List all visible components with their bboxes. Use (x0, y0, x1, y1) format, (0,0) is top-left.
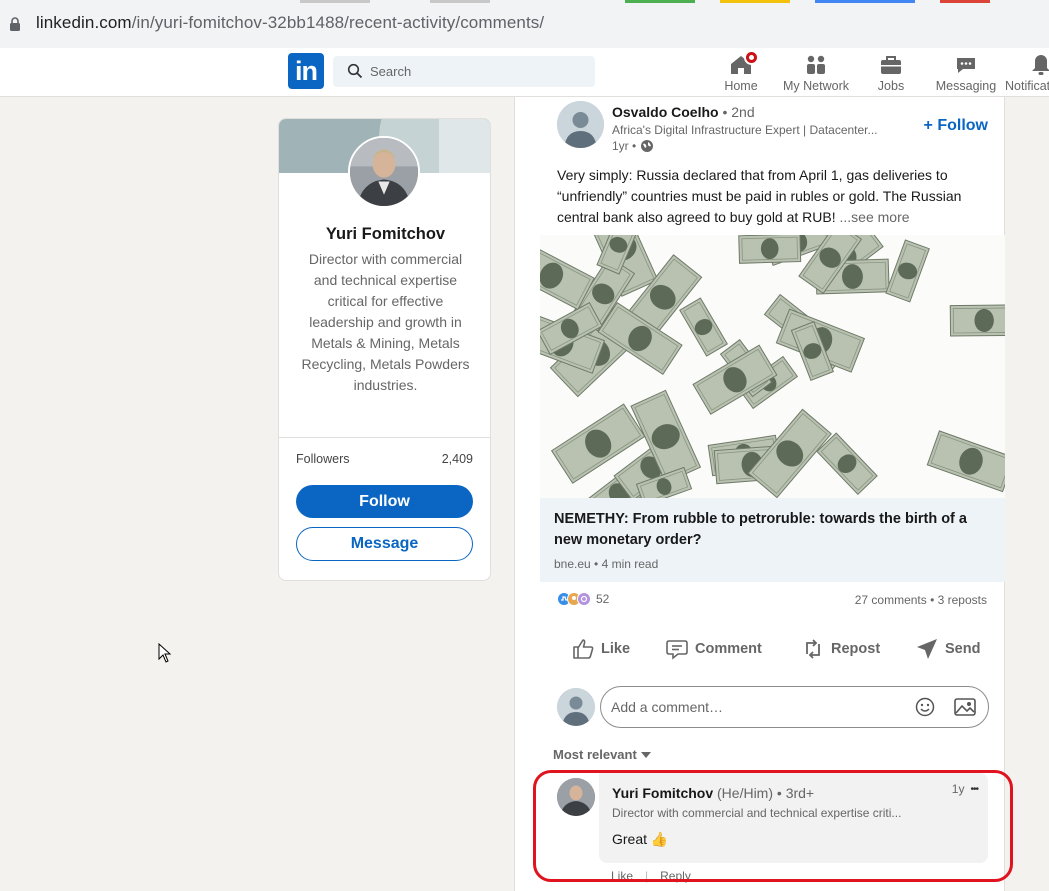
globe-icon (641, 140, 654, 152)
post-author-name[interactable]: Osvaldo Coelho • 2nd (612, 104, 755, 120)
follow-button[interactable]: Follow (296, 485, 473, 518)
repost-button[interactable]: Repost (801, 631, 880, 667)
briefcase-icon (879, 53, 903, 77)
notification-badge (744, 50, 759, 65)
post-text: Very simply: Russia declared that from A… (557, 167, 962, 225)
nav-jobs[interactable]: Jobs (868, 48, 914, 97)
nav-messaging[interactable]: Messaging (933, 48, 999, 97)
nav-messaging-label: Messaging (935, 79, 997, 93)
messaging-icon (954, 53, 978, 77)
search-placeholder: Search (370, 64, 412, 79)
article-title: NEMETHY: From rubble to petroruble: towa… (554, 511, 967, 548)
like-icon (573, 639, 594, 659)
current-user-avatar (557, 688, 595, 726)
post-author-headline: Africa's Digital Infrastructure Expert |… (612, 123, 878, 137)
nav-home-label: Home (724, 79, 758, 93)
followers-label: Followers (296, 452, 350, 466)
profile-card: Yuri Fomitchov Director with commercial … (278, 118, 491, 581)
search-input[interactable]: Search (333, 56, 595, 87)
divider (279, 437, 490, 438)
article-source: bne.eu • 4 min read (554, 557, 659, 571)
browser-address-bar: linkedin.com/in/yuri-fomitchov-32bb1488/… (0, 0, 1049, 48)
nav-my-network[interactable]: My Network (780, 48, 852, 97)
comment-input[interactable]: Add a comment… (600, 686, 989, 728)
bell-icon (1029, 53, 1049, 77)
comment-placeholder: Add a comment… (611, 699, 724, 715)
see-more-link[interactable]: ...see more (840, 209, 910, 225)
post-image-money[interactable] (540, 235, 1005, 498)
repost-icon (806, 639, 820, 659)
nav-my-network-label: My Network (783, 79, 849, 93)
sort-dropdown[interactable]: Most relevant (553, 747, 651, 762)
image-icon[interactable] (954, 697, 976, 717)
post-follow-button[interactable]: + Follow (924, 117, 988, 135)
tab-strip (0, 0, 1049, 3)
reaction-summary[interactable]: 52 (557, 592, 609, 606)
url-field[interactable]: linkedin.com/in/yuri-fomitchov-32bb1488/… (36, 13, 544, 33)
post-author-avatar[interactable] (557, 101, 604, 148)
post-time: 1yr • (612, 139, 654, 153)
nav-home[interactable]: Home (718, 48, 764, 97)
article-link[interactable]: NEMETHY: From rubble to petroruble: towa… (540, 498, 1005, 582)
comment-icon (666, 640, 688, 660)
caret-down-icon (640, 751, 651, 758)
search-icon (347, 63, 363, 79)
nav-notifications-label: Notificat (1005, 79, 1049, 93)
emoji-icon[interactable] (915, 697, 935, 717)
profile-headline: Director with commercial and technical e… (301, 251, 470, 393)
highlight-annotation (533, 770, 1013, 882)
nav-notifications[interactable]: Notificat (1005, 48, 1049, 97)
linkedin-logo[interactable]: in (288, 53, 324, 89)
profile-avatar[interactable] (348, 136, 420, 208)
top-nav: in Search Home My Network Jobs Messaging… (0, 48, 1049, 97)
lock-icon[interactable] (9, 17, 21, 31)
reaction-icons (557, 592, 591, 606)
send-button[interactable]: Send (915, 631, 980, 667)
message-button[interactable]: Message (296, 527, 473, 561)
comment-button[interactable]: Comment (665, 631, 762, 667)
network-icon (804, 53, 828, 77)
post-stats[interactable]: 27 comments • 3 reposts (855, 593, 987, 607)
profile-name: Yuri Fomitchov (325, 225, 446, 243)
followers-count: 2,409 (441, 452, 473, 466)
like-button[interactable]: Like (571, 631, 630, 667)
mouse-cursor-icon (158, 643, 172, 663)
post-actions: Like Comment Repost Send (557, 631, 989, 667)
home-icon (729, 50, 759, 77)
nav-jobs-label: Jobs (877, 79, 905, 93)
send-icon (917, 639, 937, 659)
